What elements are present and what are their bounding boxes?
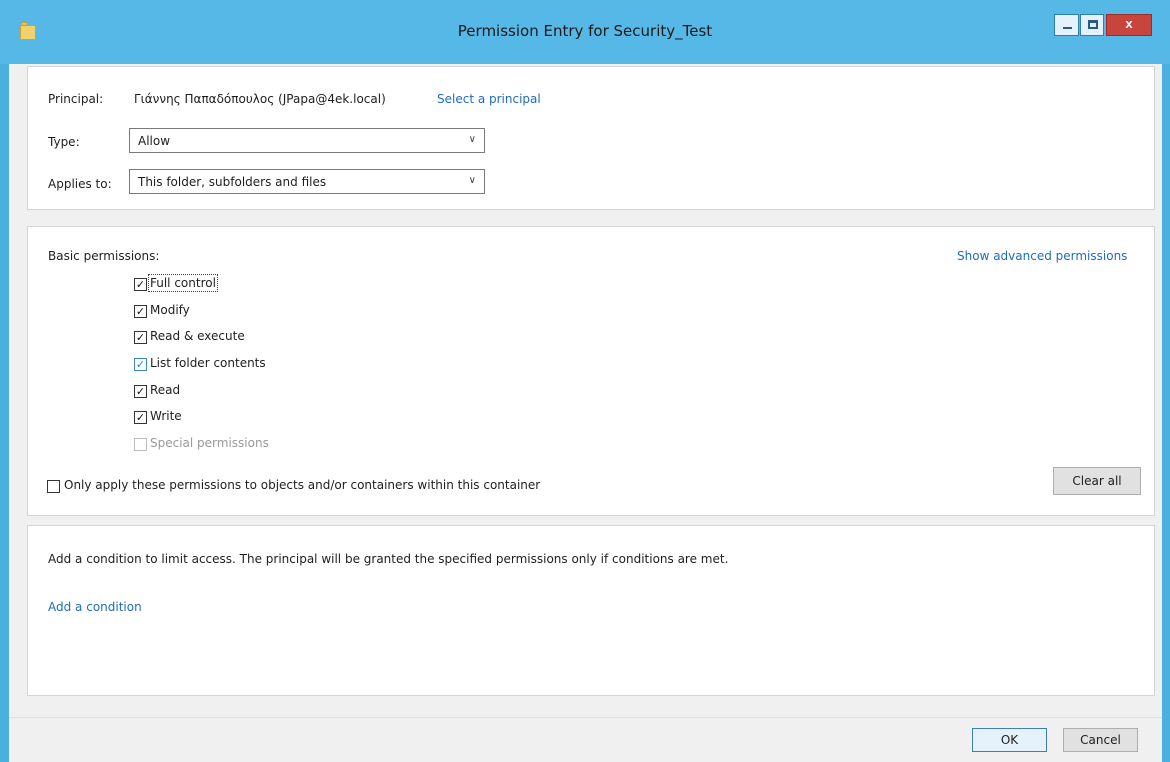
maximize-icon: [1088, 20, 1098, 29]
ok-button[interactable]: OK: [972, 728, 1047, 752]
chevron-down-icon: ∨: [468, 175, 476, 186]
select-principal-link[interactable]: Select a principal: [437, 92, 541, 106]
list-folder-contents-checkbox[interactable]: ✓: [134, 358, 147, 371]
window-title: Permission Entry for Security_Test: [457, 22, 713, 40]
condition-description: Add a condition to limit access. The pri…: [48, 552, 729, 566]
principal-panel: Principal: Γιάννης Παπαδόπουλος (JPapa@4…: [27, 66, 1155, 210]
principal-value: Γιάννης Παπαδόπουλος (JPapa@4ek.local): [134, 92, 386, 106]
read-execute-label[interactable]: Read & execute: [150, 329, 245, 343]
type-select-value: Allow: [138, 134, 171, 148]
modify-label[interactable]: Modify: [150, 303, 190, 317]
type-label: Type:: [48, 135, 80, 149]
full-control-label[interactable]: Full control: [148, 274, 218, 292]
condition-panel: Add a condition to limit access. The pri…: [27, 525, 1155, 696]
maximize-button[interactable]: [1080, 14, 1104, 36]
write-checkbox[interactable]: ✓: [134, 411, 147, 424]
clear-all-button[interactable]: Clear all: [1053, 467, 1141, 495]
cancel-button[interactable]: Cancel: [1063, 728, 1138, 752]
modify-checkbox[interactable]: ✓: [134, 305, 147, 318]
read-label[interactable]: Read: [150, 383, 180, 397]
dialog-window: Permission Entry for Security_Test x Pri…: [0, 0, 1170, 762]
special-permissions-label: Special permissions: [150, 436, 269, 450]
only-apply-checkbox[interactable]: [47, 480, 60, 493]
applies-to-label: Applies to:: [48, 177, 112, 191]
type-select[interactable]: Allow ∨: [129, 128, 485, 153]
minimize-button[interactable]: [1054, 14, 1079, 36]
chevron-down-icon: ∨: [468, 134, 476, 145]
write-label[interactable]: Write: [150, 409, 182, 423]
read-execute-checkbox[interactable]: ✓: [134, 331, 147, 344]
read-checkbox[interactable]: ✓: [134, 385, 147, 398]
title-bar[interactable]: Permission Entry for Security_Test x: [0, 0, 1170, 64]
list-folder-contents-label[interactable]: List folder contents: [150, 356, 266, 370]
close-button[interactable]: x: [1106, 14, 1152, 36]
dialog-footer: OK Cancel: [9, 717, 1162, 762]
special-permissions-checkbox: [134, 438, 147, 451]
full-control-checkbox[interactable]: ✓: [134, 278, 147, 291]
show-advanced-permissions-link[interactable]: Show advanced permissions: [957, 249, 1127, 263]
permissions-panel: Basic permissions: Show advanced permiss…: [27, 226, 1155, 516]
minimize-icon: [1063, 27, 1072, 29]
close-icon: x: [1125, 16, 1133, 31]
applies-to-select-value: This folder, subfolders and files: [138, 175, 327, 189]
add-condition-link[interactable]: Add a condition: [48, 600, 142, 614]
principal-label: Principal:: [48, 92, 104, 106]
applies-to-select[interactable]: This folder, subfolders and files ∨: [129, 169, 485, 194]
only-apply-label[interactable]: Only apply these permissions to objects …: [64, 478, 540, 492]
basic-permissions-heading: Basic permissions:: [48, 249, 160, 263]
